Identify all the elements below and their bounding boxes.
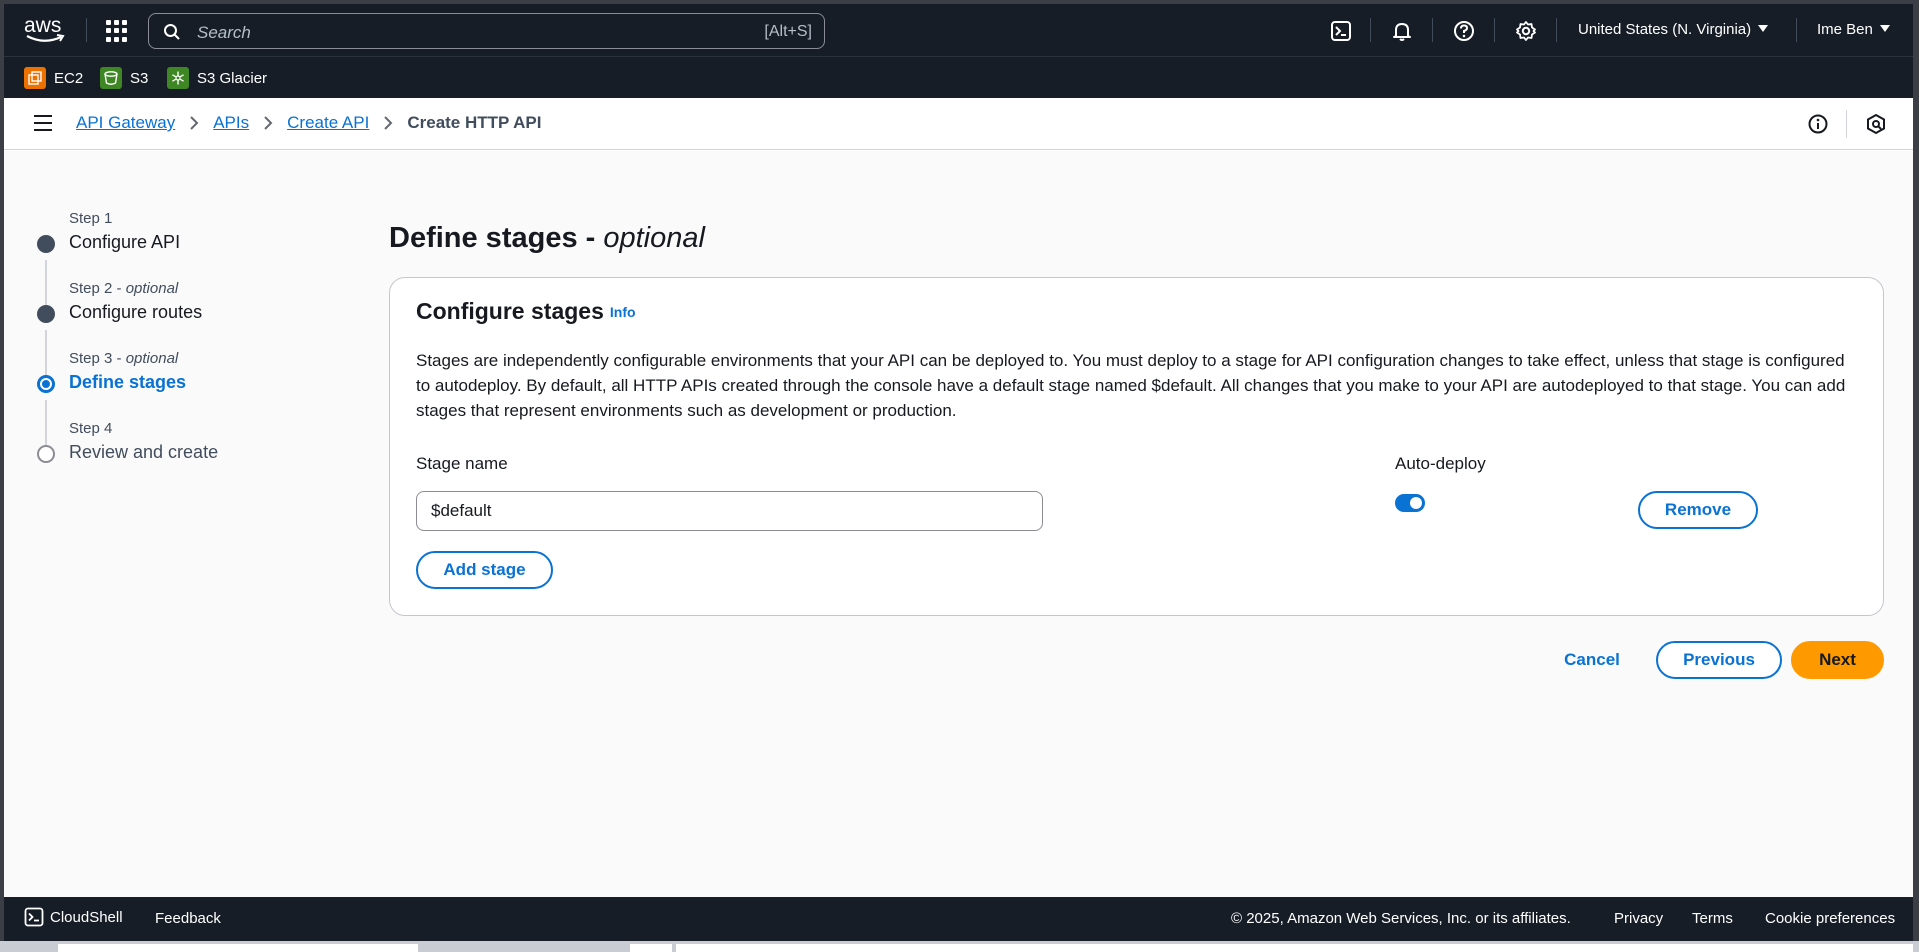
grid-icon[interactable] xyxy=(106,20,128,42)
cloudshell-label: CloudShell xyxy=(50,908,123,926)
step-complete-icon xyxy=(37,235,55,253)
favorite-ec2[interactable]: EC2 xyxy=(24,67,83,89)
breadcrumb-api-gateway[interactable]: API Gateway xyxy=(76,113,175,133)
shield-hexagon-icon[interactable] xyxy=(1865,113,1887,135)
search-bar[interactable]: Search [Alt+S] xyxy=(148,13,825,49)
auto-deploy-toggle[interactable] xyxy=(1395,494,1425,512)
chevron-right-icon xyxy=(263,115,273,131)
info-link[interactable]: Info xyxy=(610,304,636,320)
card-title: Configure stages Info xyxy=(416,298,636,324)
help-icon[interactable] xyxy=(1452,19,1476,43)
cancel-button[interactable]: Cancel xyxy=(1546,641,1638,679)
nav-divider xyxy=(1370,18,1371,42)
ec2-icon xyxy=(24,67,46,89)
step-name: Define stages xyxy=(69,372,187,392)
chevron-right-icon xyxy=(383,115,393,131)
cloudshell-icon[interactable] xyxy=(1329,19,1353,43)
privacy-link[interactable]: Privacy xyxy=(1614,910,1663,927)
configure-stages-card: Configure stages Info Stages are independ… xyxy=(389,277,1884,616)
step-number: Step 3 - optional xyxy=(69,350,179,367)
breadcrumb: API Gateway APIs Create API Create HTTP … xyxy=(76,113,542,133)
caret-down-icon xyxy=(1758,25,1769,32)
nav-divider xyxy=(1494,18,1495,42)
s3-bucket-icon xyxy=(100,67,122,89)
breadcrumb-create-api[interactable]: Create API xyxy=(287,113,369,133)
window-frame-left xyxy=(0,0,4,952)
aws-logo[interactable]: aws xyxy=(24,14,68,46)
remove-button[interactable]: Remove xyxy=(1638,491,1758,529)
previous-button[interactable]: Previous xyxy=(1656,641,1782,679)
search-placeholder: Search xyxy=(197,23,251,42)
window-frame-right xyxy=(1913,0,1919,952)
step-pending-icon xyxy=(37,445,55,463)
region-label: United States (N. Virginia) xyxy=(1578,21,1752,38)
favorite-label: EC2 xyxy=(54,69,84,87)
favorite-label: S3 xyxy=(130,69,149,87)
search-shortcut: [Alt+S] xyxy=(764,23,812,40)
gear-icon[interactable] xyxy=(1514,19,1538,43)
user-menu[interactable]: Ime Ben xyxy=(1817,21,1890,38)
favorite-label: S3 Glacier xyxy=(197,69,268,87)
step-name: Configure routes xyxy=(69,302,203,322)
aws-smile-icon xyxy=(26,34,65,42)
user-name: Ime Ben xyxy=(1817,21,1873,38)
cloudshell-icon xyxy=(24,907,44,927)
menu-icon[interactable] xyxy=(34,115,52,131)
breadcrumb-current: Create HTTP API xyxy=(407,113,542,132)
feedback-link[interactable]: Feedback xyxy=(155,910,221,927)
aws-logo-text: aws xyxy=(24,14,62,37)
nav-divider xyxy=(1796,18,1797,42)
card-description: Stages are independently configurable en… xyxy=(416,351,1846,420)
stage-name-label: Stage name xyxy=(416,454,508,473)
cloudshell-button[interactable]: CloudShell xyxy=(24,907,123,927)
search-icon xyxy=(164,24,180,40)
taskbar-strip xyxy=(0,941,1919,952)
next-button[interactable]: Next xyxy=(1791,641,1884,679)
info-circle-icon[interactable] xyxy=(1807,113,1829,135)
page-title: Define stages - optional xyxy=(389,222,705,254)
step-name: Configure API xyxy=(69,232,181,252)
toggle-knob xyxy=(1410,497,1422,509)
nav-divider xyxy=(1556,18,1557,42)
bell-icon[interactable] xyxy=(1390,19,1414,43)
cookie-preferences-link[interactable]: Cookie preferences xyxy=(1765,910,1895,927)
chevron-right-icon xyxy=(189,115,199,131)
step-number: Step 1 xyxy=(69,210,113,227)
step-name: Review and create xyxy=(69,442,219,462)
terms-link[interactable]: Terms xyxy=(1692,910,1733,927)
glacier-icon xyxy=(167,67,189,89)
breadcrumb-divider xyxy=(1846,110,1847,138)
favorite-s3-glacier[interactable]: S3 Glacier xyxy=(167,67,267,89)
footer: CloudShell Feedback © 2025, Amazon Web S… xyxy=(4,897,1913,941)
top-navigation: aws Search [Alt+S] United States (N. Vir… xyxy=(4,4,1913,56)
breadcrumb-apis[interactable]: APIs xyxy=(213,113,249,133)
step-number: Step 4 xyxy=(69,420,113,437)
favorites-bar: EC2 S3 S3 Glacier xyxy=(4,56,1913,98)
auto-deploy-label: Auto-deploy xyxy=(1395,454,1486,473)
step-active-icon xyxy=(37,375,55,393)
copyright-text: © 2025, Amazon Web Services, Inc. or its… xyxy=(1231,910,1571,927)
step-complete-icon xyxy=(37,305,55,323)
caret-down-icon xyxy=(1879,25,1890,32)
nav-divider xyxy=(86,18,87,42)
stage-name-input[interactable] xyxy=(416,491,1043,531)
region-selector[interactable]: United States (N. Virginia) xyxy=(1578,21,1769,38)
breadcrumb-bar: API Gateway APIs Create API Create HTTP … xyxy=(4,98,1913,150)
step-number: Step 2 - optional xyxy=(69,280,179,297)
nav-divider xyxy=(1432,18,1433,42)
add-stage-button[interactable]: Add stage xyxy=(416,551,553,589)
favorite-s3[interactable]: S3 xyxy=(100,67,148,89)
